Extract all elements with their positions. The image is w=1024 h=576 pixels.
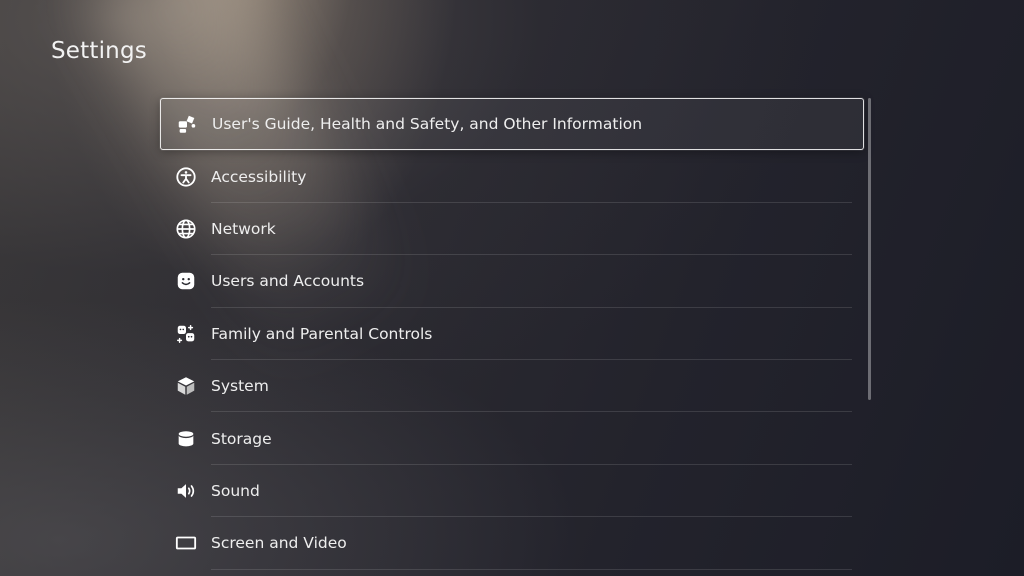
cube-icon [175,375,197,397]
menu-item-sound[interactable]: Sound [160,465,864,518]
settings-menu: User's Guide, Health and Safety, and Oth… [160,98,864,570]
menu-item-system[interactable]: System [160,360,864,413]
page-title: Settings [51,38,147,64]
menu-item-screen-video[interactable]: Screen and Video [160,517,864,570]
menu-item-label: Network [211,219,276,238]
menu-item-storage[interactable]: Storage [160,412,864,466]
menu-item-label: Users and Accounts [211,272,365,291]
storage-icon [175,428,197,450]
menu-item-label: Accessibility [211,167,307,186]
menu-item-family-parental[interactable]: Family and Parental Controls [160,308,864,361]
menu-item-label: User's Guide, Health and Safety, and Oth… [212,115,643,134]
menu-item-label: Sound [211,481,260,500]
user-face-icon [175,270,197,292]
menu-item-network[interactable]: Network [160,203,864,256]
guide-icon [176,113,198,135]
menu-item-users-guide[interactable]: User's Guide, Health and Safety, and Oth… [160,98,864,151]
speaker-icon [175,480,197,502]
menu-item-accessibility[interactable]: Accessibility [160,150,864,204]
menu-item-label: Family and Parental Controls [211,324,433,343]
menu-item-label: System [211,377,269,396]
menu-item-label: Screen and Video [211,534,347,553]
family-icon [175,323,197,345]
menu-scrollbar[interactable] [868,98,871,400]
globe-icon [175,218,197,240]
accessibility-icon [175,166,197,188]
screen-icon [175,532,197,554]
menu-item-label: Storage [211,429,272,448]
menu-item-users-accounts[interactable]: Users and Accounts [160,255,864,308]
